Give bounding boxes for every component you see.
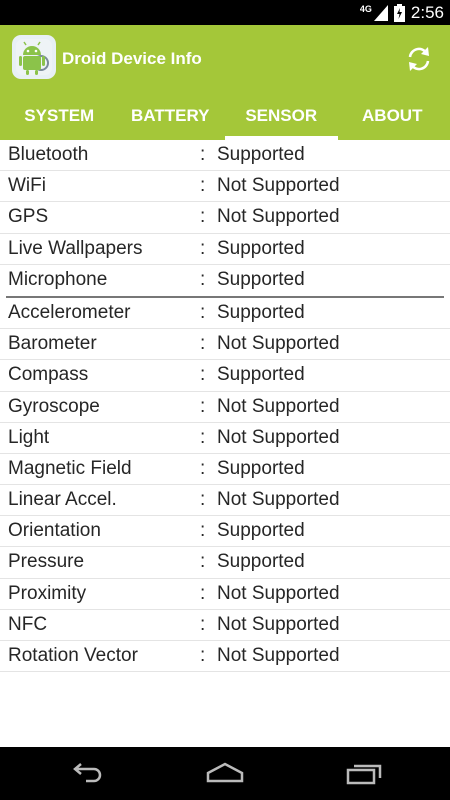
item-separator: : <box>200 333 206 355</box>
tab-battery[interactable]: BATTERY <box>114 91 227 140</box>
item-value: Supported <box>217 268 305 290</box>
list-item: Bluetooth: Supported <box>0 140 450 172</box>
item-separator: : <box>200 364 206 386</box>
item-value: Not Supported <box>217 333 340 355</box>
item-label: Gyroscope <box>8 395 100 417</box>
item-separator: : <box>200 301 206 323</box>
network-type-label: 4G <box>359 3 372 14</box>
tab-bar: SYSTEM BATTERY SENSOR ABOUT <box>0 91 450 140</box>
item-separator: : <box>200 489 206 511</box>
sensor-list[interactable]: Bluetooth: Supported WiFi: Not Supported G… <box>0 140 450 747</box>
item-separator: : <box>200 206 206 228</box>
list-item: NFC: Not Supported <box>0 610 450 641</box>
recents-icon <box>346 764 382 785</box>
back-icon <box>73 763 102 783</box>
list-item: Compass: Supported <box>0 360 450 392</box>
item-label: Barometer <box>8 333 97 355</box>
item-separator: : <box>200 175 206 197</box>
recents-button[interactable] <box>344 756 384 790</box>
item-label: Light <box>8 426 50 448</box>
item-label: Linear Accel. <box>8 489 117 511</box>
item-value: Supported <box>217 144 305 165</box>
item-label: Orientation <box>8 520 101 542</box>
list-item: Light: Not Supported <box>0 423 450 454</box>
list-item: Live Wallpapers: Supported <box>0 234 450 265</box>
item-separator: : <box>200 520 206 542</box>
list-item: Gyroscope: Not Supported <box>0 392 450 423</box>
android-robot-icon <box>16 39 52 75</box>
item-value: Not Supported <box>217 645 340 666</box>
refresh-button[interactable] <box>402 42 436 76</box>
battery-icon <box>393 3 405 22</box>
item-value: Supported <box>217 520 305 542</box>
item-value: Not Supported <box>217 395 340 417</box>
item-separator: : <box>200 268 206 290</box>
item-separator: : <box>200 582 206 604</box>
clock: 2:56 <box>410 2 444 22</box>
list-item: Orientation: Supported <box>0 516 450 548</box>
list-item: Barometer: Not Supported <box>0 329 450 361</box>
item-value: Not Supported <box>217 582 340 604</box>
item-value: Not Supported <box>217 175 340 197</box>
app-bar: Droid Device Info <box>0 25 450 91</box>
item-value: Not Supported <box>217 489 340 511</box>
list-item: Accelerometer: Supported <box>0 298 450 330</box>
item-label: NFC <box>8 613 48 635</box>
item-label: Pressure <box>8 551 85 573</box>
back-button[interactable] <box>66 756 106 790</box>
tab-system[interactable]: SYSTEM <box>3 91 116 140</box>
item-value: Supported <box>217 364 305 386</box>
list-item: Proximity: Not Supported <box>0 579 450 610</box>
item-value: Supported <box>217 457 305 479</box>
signal-icon <box>373 4 388 21</box>
item-label: Proximity <box>8 582 87 604</box>
item-label: Live Wallpapers <box>8 237 143 259</box>
item-label: WiFi <box>8 175 46 197</box>
item-separator: : <box>200 237 206 259</box>
list-item: Microphone: Supported <box>0 265 450 296</box>
item-label: Accelerometer <box>8 301 131 323</box>
item-separator: : <box>200 426 206 448</box>
list-item: WiFi: Not Supported <box>0 171 450 203</box>
item-label: Microphone <box>8 268 108 290</box>
tab-sensor[interactable]: SENSOR <box>225 91 338 140</box>
item-separator: : <box>200 551 206 573</box>
home-icon <box>206 762 244 783</box>
refresh-icon <box>408 47 430 71</box>
list-item: Rotation Vector: Not Supported <box>0 641 450 673</box>
home-button[interactable] <box>205 756 245 790</box>
item-value: Not Supported <box>217 426 340 448</box>
list-item: GPS: Not Supported <box>0 202 450 234</box>
list-item: Pressure: Supported <box>0 547 450 579</box>
item-label: GPS <box>8 206 49 228</box>
item-separator: : <box>200 613 206 635</box>
android-app-icon[interactable] <box>12 35 56 79</box>
item-separator: : <box>200 395 206 417</box>
item-label: Rotation Vector <box>8 645 138 666</box>
list-item: Linear Accel.: Not Supported <box>0 485 450 517</box>
status-bar: 4G 2:56 <box>0 0 450 25</box>
item-separator: : <box>200 645 206 666</box>
item-label: Magnetic Field <box>8 457 132 479</box>
item-label: Compass <box>8 364 89 386</box>
status-icons: 4G 2:56 <box>360 0 444 25</box>
item-separator: : <box>200 144 206 165</box>
item-value: Supported <box>217 301 305 323</box>
item-value: Supported <box>217 551 305 573</box>
item-value: Not Supported <box>217 613 340 635</box>
item-separator: : <box>200 457 206 479</box>
tab-about[interactable]: ABOUT <box>336 91 449 140</box>
item-value: Supported <box>217 237 305 259</box>
app-title: Droid Device Info <box>62 49 202 68</box>
navigation-bar <box>0 747 450 800</box>
item-value: Not Supported <box>217 206 340 228</box>
item-label: Bluetooth <box>8 144 89 165</box>
list-item: Magnetic Field: Supported <box>0 454 450 486</box>
